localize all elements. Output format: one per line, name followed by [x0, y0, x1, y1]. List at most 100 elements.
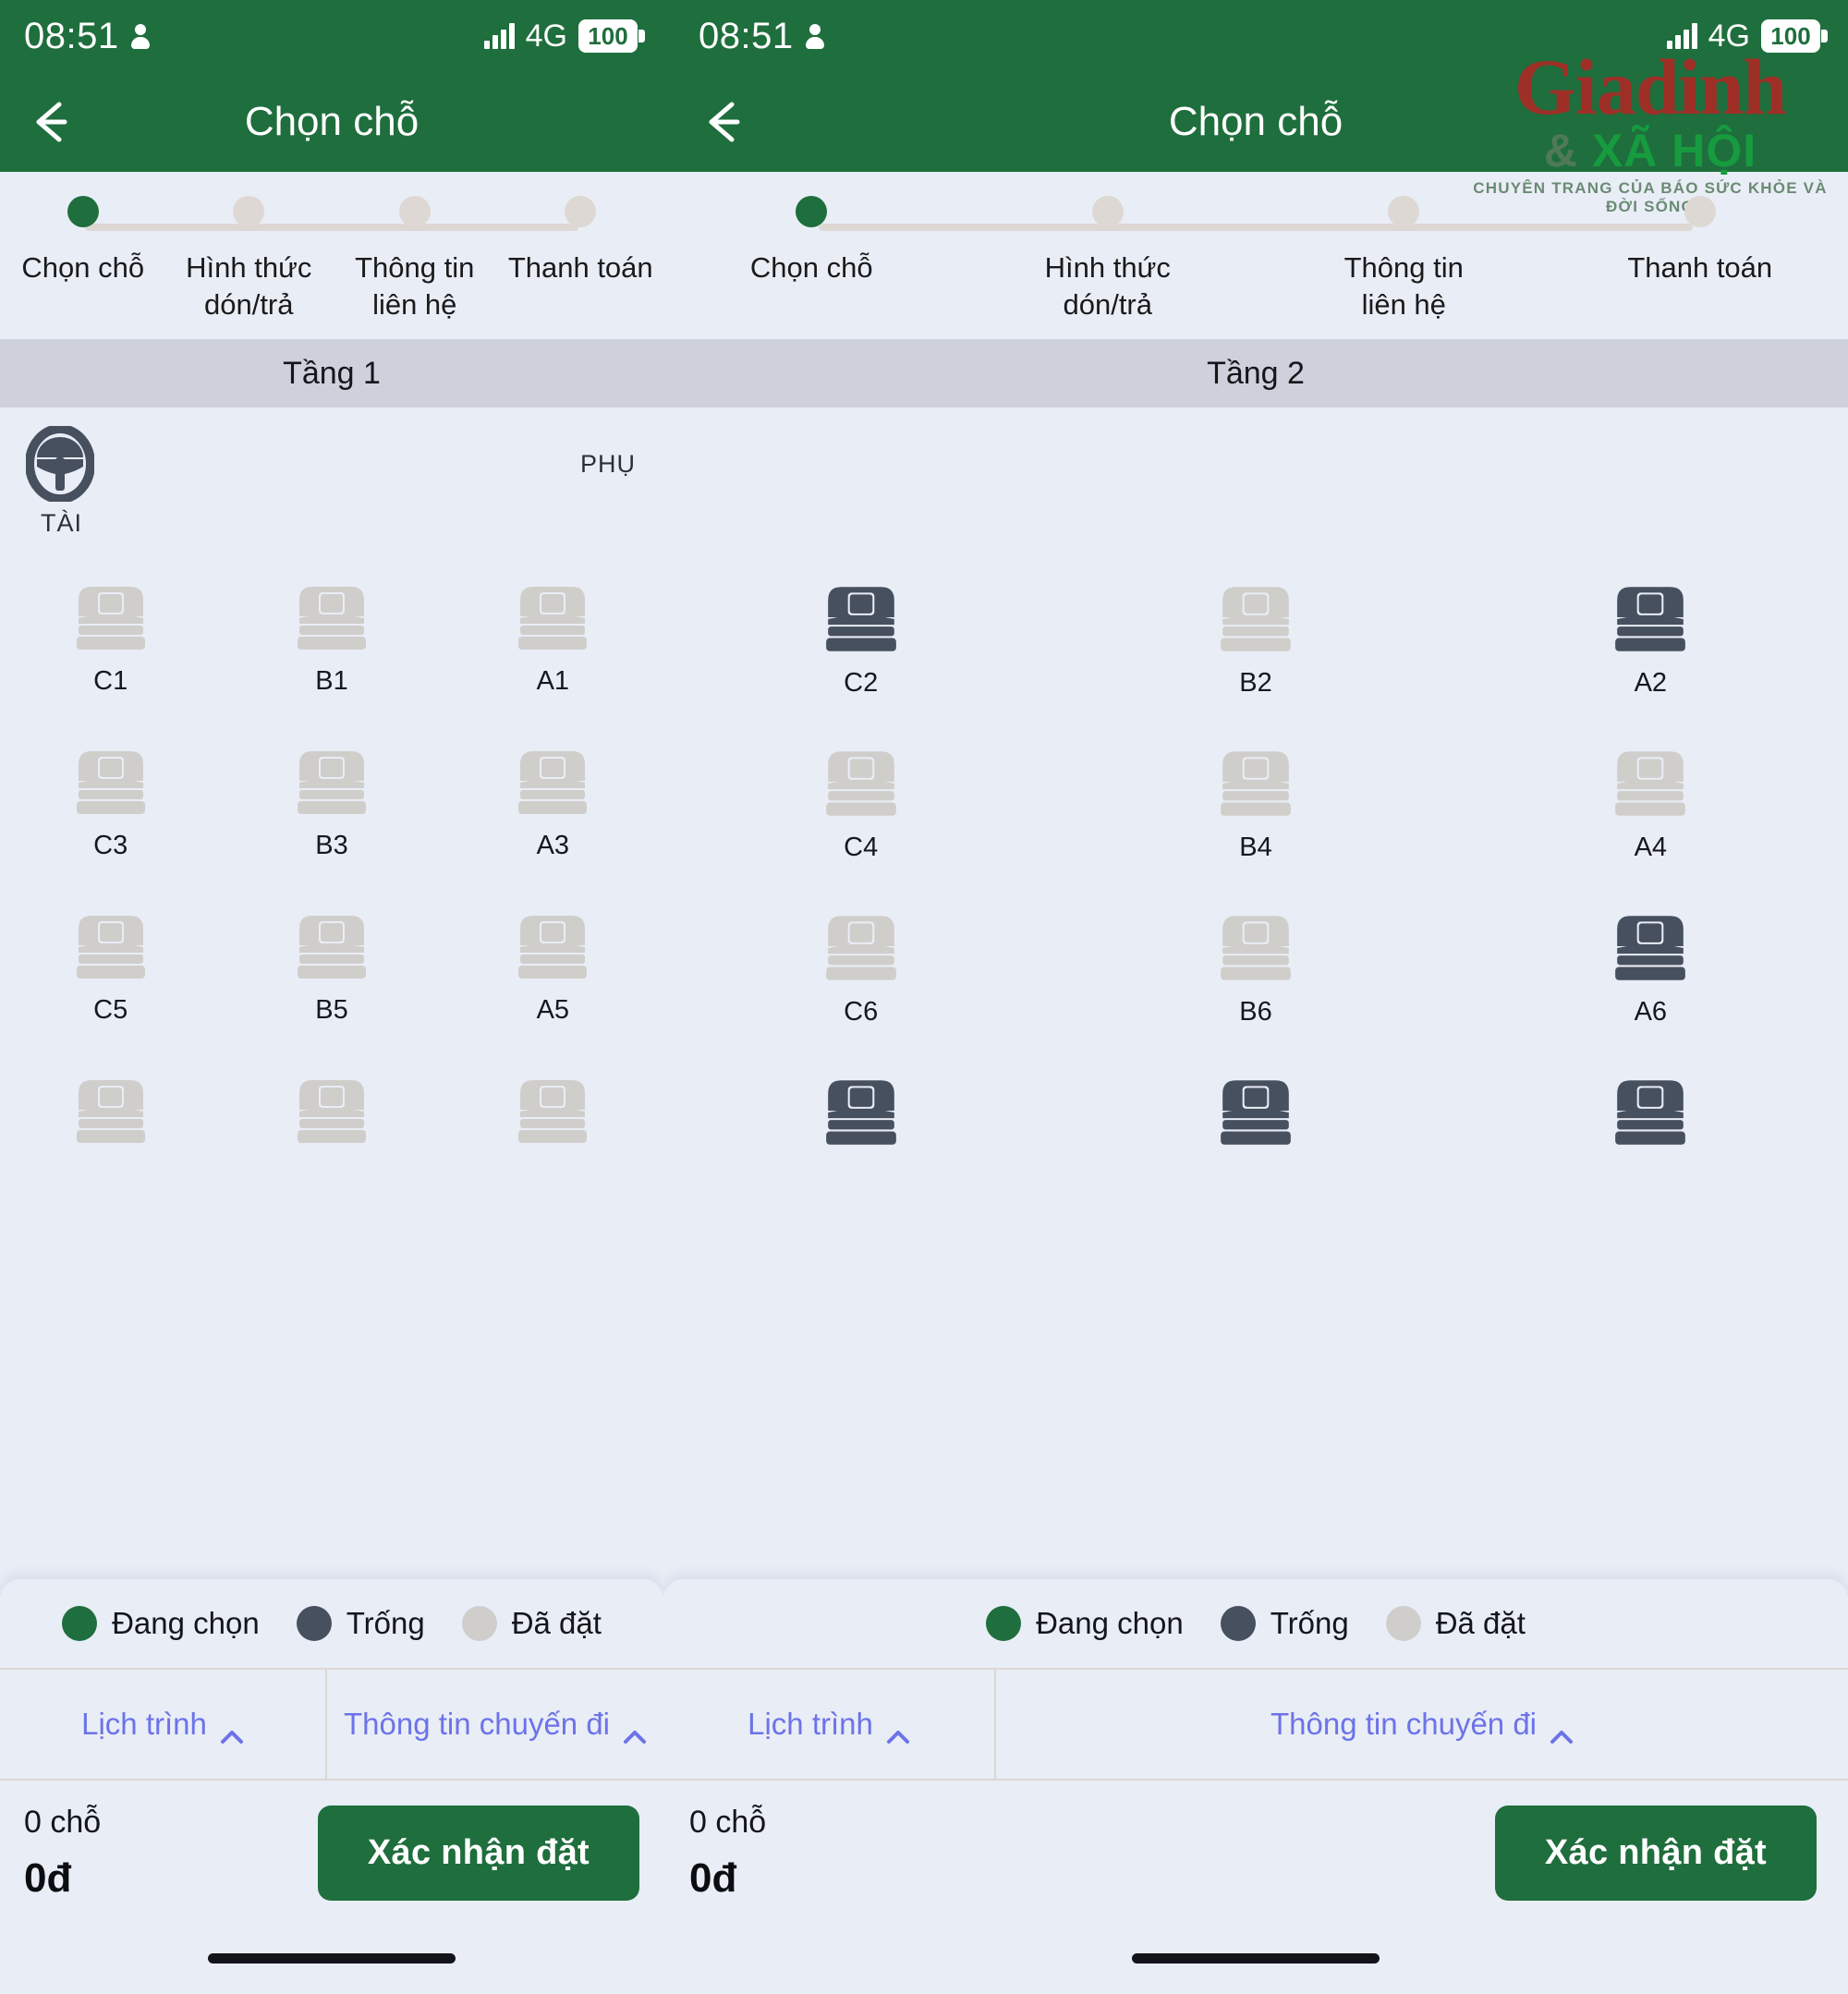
- seat-c6[interactable]: C6: [663, 912, 1058, 1076]
- seat-c1[interactable]: C1: [0, 583, 221, 748]
- seat-row: C2 B2 A2: [663, 583, 1848, 748]
- stepper-dot: [565, 196, 597, 227]
- seat-b1[interactable]: B1: [221, 583, 442, 748]
- seat-label: B3: [315, 831, 348, 861]
- seat-row: C3 B3 A3: [0, 748, 663, 912]
- seat-c2[interactable]: C2: [663, 583, 1058, 748]
- seat-b7[interactable]: [221, 1076, 442, 1241]
- seat-a1[interactable]: A1: [443, 583, 663, 748]
- stepper-step-4[interactable]: Thanh toán: [498, 196, 664, 322]
- seat-c5[interactable]: C5: [0, 912, 221, 1076]
- legend-item-empty: Trống: [296, 1606, 425, 1641]
- seat-label: A5: [536, 995, 570, 1026]
- trip-info-label: Thông tin chuyến đi: [1270, 1707, 1538, 1741]
- seat-b8[interactable]: [1058, 1076, 1453, 1241]
- chevron-up-icon: [220, 1717, 244, 1744]
- trip-info-toggle[interactable]: Thông tin chuyến đi: [994, 1670, 1848, 1779]
- trip-info-toggle[interactable]: Thông tin chuyến đi: [325, 1670, 663, 1779]
- bed-icon: [1215, 748, 1296, 820]
- schedule-label: Lịch trình: [748, 1707, 873, 1741]
- confirm-booking-button[interactable]: Xác nhận đặt: [1494, 1806, 1817, 1901]
- seat-c3[interactable]: C3: [0, 748, 221, 912]
- stepper-label: Chọn chỗ: [21, 251, 145, 284]
- arrow-left-icon[interactable]: [24, 95, 78, 149]
- seat-c4[interactable]: C4: [663, 748, 1058, 912]
- bed-icon: [821, 1076, 902, 1149]
- seat-a8[interactable]: [1453, 1076, 1848, 1241]
- bottom-sheet: Đang chọn Trống Đã đặt Lịch trình Thông …: [663, 1579, 1848, 1994]
- seat-label: A2: [1634, 668, 1668, 699]
- stepper-step-2[interactable]: Hình thức dón/trả: [960, 196, 1257, 322]
- bed-icon: [71, 1076, 151, 1147]
- seat-label: A3: [536, 831, 570, 861]
- summary-column: 0 chỗ 0đ: [689, 1805, 766, 1902]
- stepper-label: Hình thức dón/trả: [186, 251, 312, 321]
- seat-a6[interactable]: A6: [1453, 912, 1848, 1076]
- seat-b5[interactable]: B5: [221, 912, 442, 1076]
- bed-icon: [292, 1076, 371, 1147]
- home-indicator[interactable]: [1132, 1952, 1380, 1964]
- stepper-step-2[interactable]: Hình thức dón/trả: [166, 196, 333, 322]
- stepper-dot-active: [796, 196, 828, 227]
- status-bar: 08:51 4G 100: [0, 0, 663, 72]
- seat-b4[interactable]: B4: [1058, 748, 1453, 912]
- page-title: Chọn chỗ: [1168, 99, 1343, 144]
- seat-a3[interactable]: A3: [443, 748, 663, 912]
- app-bar: Chọn chỗ: [0, 72, 663, 172]
- seat-a7[interactable]: [443, 1076, 663, 1241]
- bed-icon: [821, 912, 902, 984]
- accordion-bar: Lịch trình Thông tin chuyến đi: [0, 1668, 663, 1779]
- stepper-step-1[interactable]: Chọn chỗ: [0, 196, 166, 322]
- stepper-label: Thanh toán: [507, 251, 653, 284]
- seat-c7[interactable]: [0, 1076, 221, 1241]
- signal-bars-icon: [483, 23, 515, 49]
- status-right: 4G 100: [483, 18, 645, 55]
- seat-legend: Đang chọn Trống Đã đặt: [0, 1579, 663, 1668]
- seat-label: C4: [844, 833, 879, 863]
- stepper-dot: [1684, 196, 1716, 227]
- seat-label: A6: [1634, 997, 1668, 1027]
- seat-label: B2: [1239, 668, 1272, 699]
- seat-b3[interactable]: B3: [221, 748, 442, 912]
- seat-row: C5 B5 A5: [0, 912, 663, 1076]
- schedule-toggle[interactable]: Lịch trình: [663, 1670, 994, 1779]
- seat-b2[interactable]: B2: [1058, 583, 1453, 748]
- seat-b6[interactable]: B6: [1058, 912, 1453, 1076]
- seat-map: C2 B2 A2 C4 B4 A4 C6 B6 A6: [663, 407, 1848, 1242]
- selected-seat-count: 0 chỗ: [24, 1805, 102, 1840]
- bed-icon: [292, 748, 371, 818]
- stepper-label: Thanh toán: [1627, 251, 1773, 284]
- network-type-label: 4G: [525, 18, 567, 54]
- trip-info-label: Thông tin chuyến đi: [343, 1707, 611, 1741]
- seat-label: B1: [315, 666, 348, 697]
- bed-icon: [821, 583, 902, 655]
- arrow-left-icon[interactable]: [697, 95, 750, 149]
- legend-label: Đã đặt: [1435, 1606, 1526, 1640]
- seat-label: C6: [844, 997, 879, 1027]
- legend-item-booked: Đã đặt: [1385, 1606, 1526, 1641]
- legend-label: Đã đặt: [511, 1606, 602, 1640]
- summary-column: 0 chỗ 0đ: [24, 1805, 101, 1902]
- seat-a2[interactable]: A2: [1453, 583, 1848, 748]
- stepper-step-4[interactable]: Thanh toán: [1552, 196, 1848, 322]
- network-type-label: 4G: [1708, 18, 1750, 54]
- stepper-step-3[interactable]: Thông tin liên hệ: [1256, 196, 1552, 322]
- total-price: 0đ: [689, 1855, 737, 1901]
- legend-item-selected: Đang chọn: [62, 1606, 260, 1641]
- signal-bars-icon: [1666, 23, 1697, 49]
- booking-stepper: Chọn chỗ Hình thức dón/trả Thông tin liê…: [0, 172, 664, 340]
- stepper-step-3[interactable]: Thông tin liên hệ: [332, 196, 498, 322]
- schedule-toggle[interactable]: Lịch trình: [0, 1670, 325, 1779]
- bed-icon: [513, 912, 592, 982]
- seat-a5[interactable]: A5: [443, 912, 663, 1076]
- legend-dot-booked: [1385, 1606, 1421, 1641]
- stepper-step-1[interactable]: Chọn chỗ: [663, 196, 960, 322]
- seat-c8[interactable]: [663, 1076, 1058, 1241]
- confirm-booking-button[interactable]: Xác nhận đặt: [317, 1806, 639, 1901]
- seat-row-partial: [663, 1076, 1848, 1241]
- floor-label: Tầng 2: [1207, 355, 1305, 391]
- driver-row: [663, 407, 1848, 583]
- home-indicator[interactable]: [208, 1952, 456, 1964]
- seat-a4[interactable]: A4: [1453, 748, 1848, 912]
- floor-label: Tầng 1: [283, 355, 381, 391]
